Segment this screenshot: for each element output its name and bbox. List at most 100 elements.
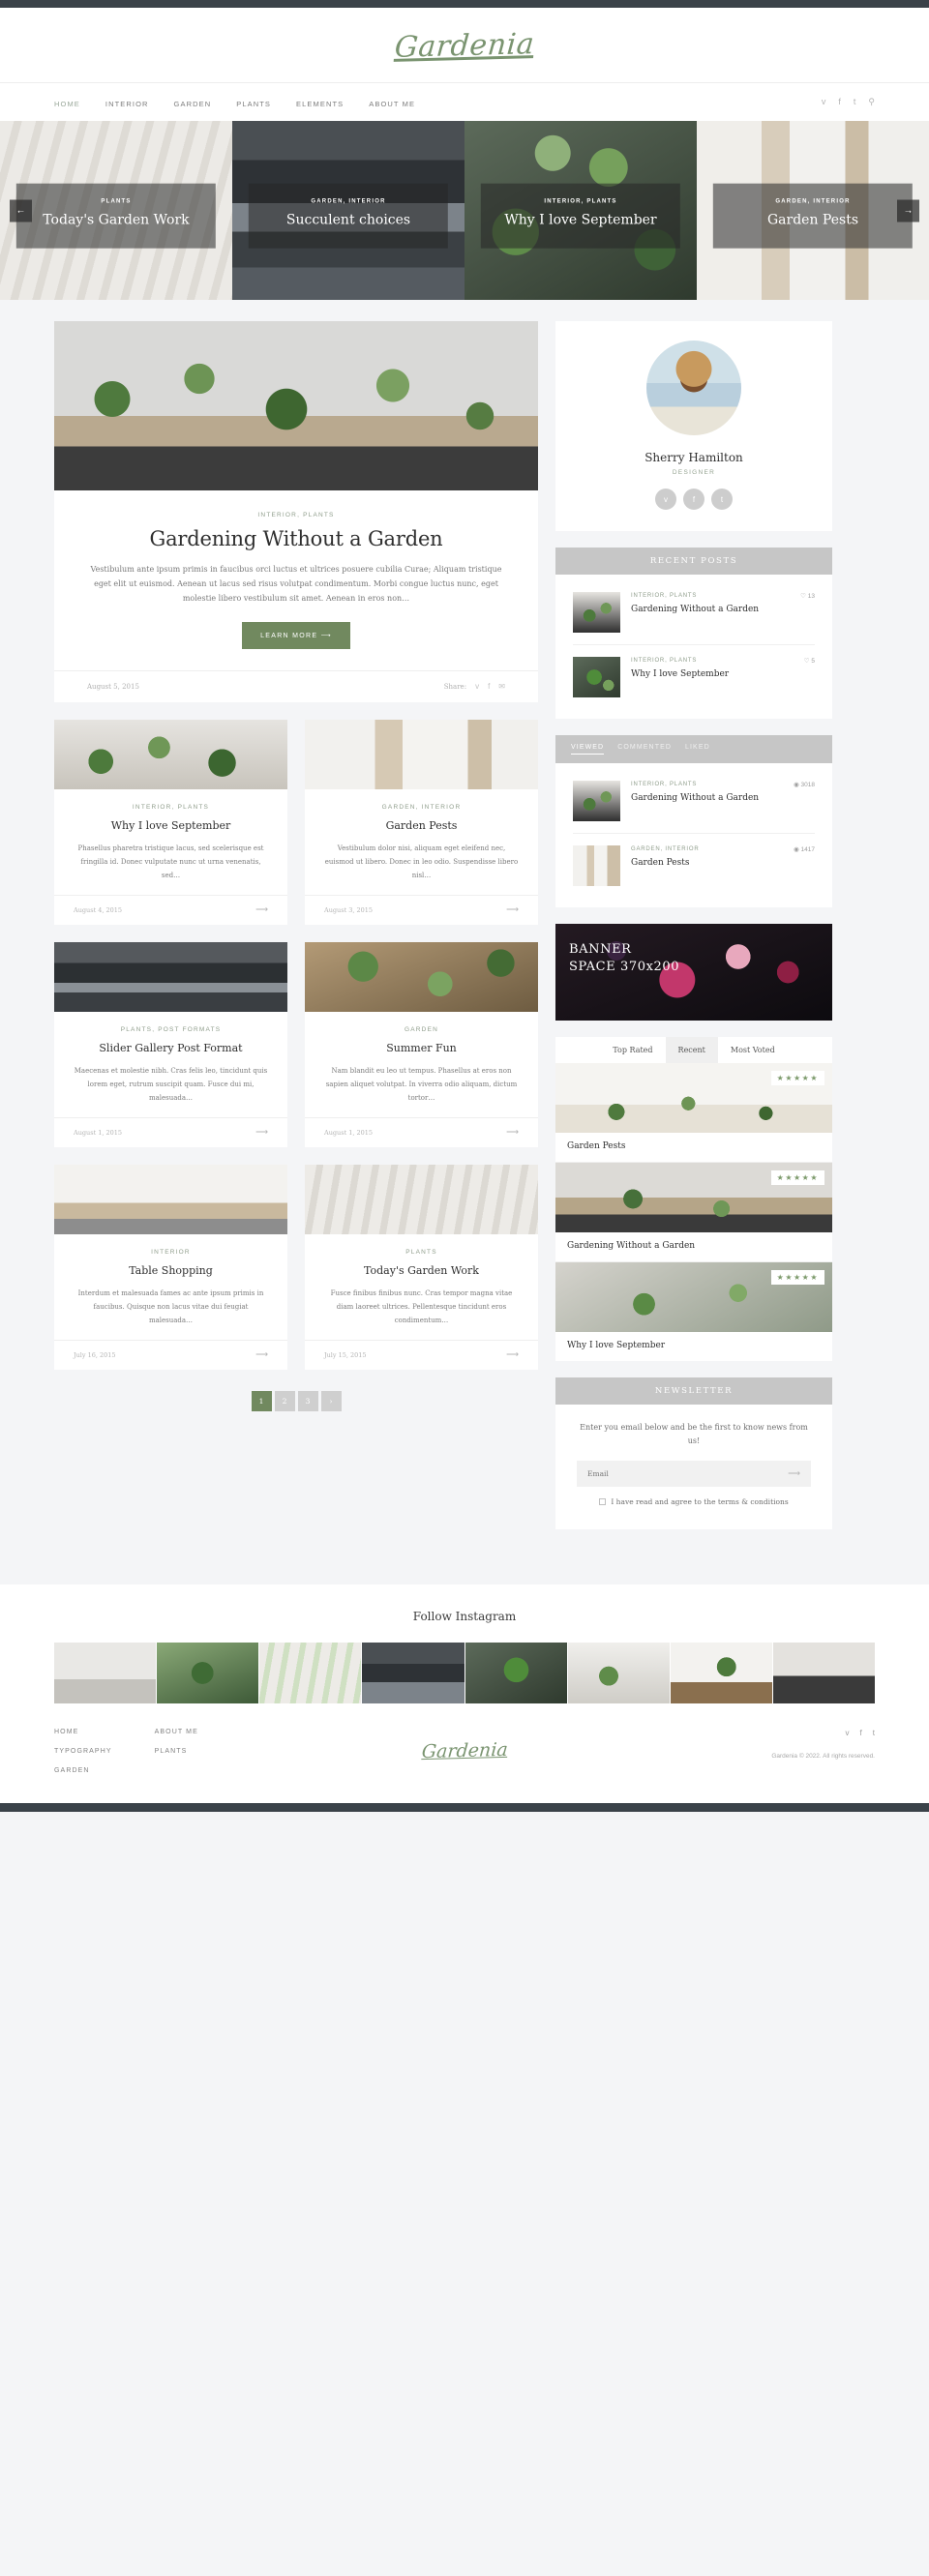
recent-post-category-2[interactable]: INTERIOR, PLANTS <box>631 658 697 664</box>
review-title-2[interactable]: Gardening Without a Garden <box>555 1232 832 1251</box>
slide-title-1[interactable]: Today's Garden Work <box>22 211 210 228</box>
pagination-next-button[interactable]: › <box>320 1391 342 1412</box>
instagram-image-6[interactable] <box>567 1643 670 1703</box>
facebook-icon[interactable]: f <box>838 98 841 106</box>
post-category-1[interactable]: INTERIOR, PLANTS <box>74 804 268 811</box>
footer-link-typography[interactable]: TYPOGRAPHY <box>54 1748 112 1755</box>
tabbed-post-title-2[interactable]: Garden Pests <box>631 857 815 869</box>
featured-post-image[interactable] <box>54 321 538 490</box>
instagram-image-8[interactable] <box>772 1643 875 1703</box>
nav-item-elements[interactable]: ELEMENTS <box>296 94 344 111</box>
tab-commented[interactable]: COMMENTED <box>617 744 672 755</box>
featured-post-title[interactable]: Gardening Without a Garden <box>87 527 505 550</box>
twitter-icon[interactable]: ᴠ <box>655 489 676 510</box>
recent-post-title-2[interactable]: Why I love September <box>631 668 815 680</box>
slider-next-button[interactable]: → <box>897 199 919 222</box>
review-title-1[interactable]: Garden Pests <box>555 1133 832 1151</box>
instagram-image-2[interactable] <box>157 1643 259 1703</box>
email-field[interactable] <box>587 1469 789 1478</box>
tumblr-icon[interactable]: t <box>854 98 856 106</box>
post-category-6[interactable]: PLANTS <box>324 1249 519 1256</box>
post-readmore-arrow-3[interactable]: ⟶ <box>255 1127 268 1138</box>
tab-top-rated[interactable]: Top Rated <box>600 1037 665 1063</box>
post-readmore-arrow-1[interactable]: ⟶ <box>255 904 268 915</box>
tabbed-post-title-1[interactable]: Gardening Without a Garden <box>631 792 815 804</box>
footer-link-plants[interactable]: PLANTS <box>155 1748 198 1755</box>
tab-recent[interactable]: Recent <box>665 1037 718 1063</box>
list-item[interactable]: INTERIOR, PLANTS ♡ 13 Gardening Without … <box>573 580 815 645</box>
recent-post-category-1[interactable]: INTERIOR, PLANTS <box>631 593 697 599</box>
list-item[interactable]: GARDEN, INTERIOR ◉ 1417 Garden Pests <box>573 834 815 898</box>
post-readmore-arrow-2[interactable]: ⟶ <box>506 904 519 915</box>
list-item[interactable]: INTERIOR, PLANTS ◉ 3018 Gardening Withou… <box>573 769 815 834</box>
pagination-page-1[interactable]: 1 <box>251 1391 272 1412</box>
site-logo[interactable]: Gardenia <box>393 27 535 65</box>
post-image-4[interactable] <box>305 942 538 1013</box>
post-category-2[interactable]: GARDEN, INTERIOR <box>324 804 519 811</box>
footer-link-home[interactable]: HOME <box>54 1729 112 1735</box>
nav-item-plants[interactable]: PLANTS <box>236 94 271 111</box>
slider-prev-button[interactable]: ← <box>10 199 32 222</box>
featured-post-category[interactable]: INTERIOR, PLANTS <box>87 512 505 518</box>
tumblr-icon[interactable]: t <box>873 1729 875 1737</box>
slide-3[interactable]: INTERIOR, PLANTS Why I love September <box>464 121 697 300</box>
post-title-4[interactable]: Summer Fun <box>324 1042 519 1054</box>
post-title-3[interactable]: Slider Gallery Post Format <box>74 1042 268 1054</box>
footer-link-garden[interactable]: GARDEN <box>54 1767 112 1774</box>
post-image-3[interactable] <box>54 942 287 1013</box>
tumblr-icon[interactable]: t <box>711 489 733 510</box>
post-category-5[interactable]: INTERIOR <box>74 1249 268 1256</box>
banner-ad[interactable]: BANNER SPACE 370x200 <box>555 924 832 1021</box>
review-image-3[interactable]: ★★★★★ <box>555 1262 832 1332</box>
instagram-image-5[interactable] <box>464 1643 567 1703</box>
instagram-image-1[interactable] <box>54 1643 157 1703</box>
slide-2[interactable]: GARDEN, INTERIOR Succulent choices <box>232 121 464 300</box>
review-image-2[interactable]: ★★★★★ <box>555 1163 832 1232</box>
slide-4[interactable]: GARDEN, INTERIOR Garden Pests <box>697 121 929 300</box>
review-title-3[interactable]: Why I love September <box>555 1332 832 1350</box>
post-image-6[interactable] <box>305 1165 538 1235</box>
newsletter-submit-button[interactable]: ⟶ <box>788 1468 800 1479</box>
slide-title-2[interactable]: Succulent choices <box>255 211 442 228</box>
instagram-image-4[interactable] <box>362 1643 464 1703</box>
hero-slider[interactable]: ← PLANTS Today's Garden Work GARDEN, INT… <box>0 121 929 300</box>
instagram-image-7[interactable] <box>670 1643 772 1703</box>
post-readmore-arrow-4[interactable]: ⟶ <box>506 1127 519 1138</box>
pagination-page-2[interactable]: 2 <box>274 1391 295 1412</box>
twitter-icon[interactable]: ᴠ <box>846 1729 850 1737</box>
nav-item-home[interactable]: HOME <box>54 94 80 111</box>
recent-post-title-1[interactable]: Gardening Without a Garden <box>631 604 815 615</box>
footer-link-about-me[interactable]: ABOUT ME <box>155 1729 198 1735</box>
slide-title-3[interactable]: Why I love September <box>487 211 674 228</box>
twitter-icon[interactable]: ᴠ <box>822 98 826 106</box>
tabbed-post-category-2[interactable]: GARDEN, INTERIOR <box>631 846 699 852</box>
twitter-icon[interactable]: ᴠ <box>475 682 479 691</box>
post-readmore-arrow-5[interactable]: ⟶ <box>255 1349 268 1360</box>
post-title-5[interactable]: Table Shopping <box>74 1264 268 1277</box>
post-readmore-arrow-6[interactable]: ⟶ <box>506 1349 519 1360</box>
nav-item-garden[interactable]: GARDEN <box>174 94 212 111</box>
instagram-image-3[interactable] <box>259 1643 362 1703</box>
learn-more-button[interactable]: LEARN MORE ⟶ <box>242 622 350 650</box>
post-image-2[interactable] <box>305 720 538 790</box>
facebook-icon[interactable]: f <box>860 1729 862 1737</box>
post-category-3[interactable]: PLANTS, POST FORMATS <box>74 1026 268 1033</box>
tabbed-post-category-1[interactable]: INTERIOR, PLANTS <box>631 782 697 787</box>
post-image-5[interactable] <box>54 1165 287 1235</box>
email-icon[interactable]: ✉ <box>498 682 505 691</box>
slide-title-4[interactable]: Garden Pests <box>719 211 907 228</box>
slide-1[interactable]: PLANTS Today's Garden Work <box>0 121 232 300</box>
nav-item-interior[interactable]: INTERIOR <box>105 94 149 111</box>
tab-viewed[interactable]: VIEWED <box>571 744 605 755</box>
facebook-icon[interactable]: f <box>683 489 704 510</box>
post-category-4[interactable]: GARDEN <box>324 1026 519 1033</box>
post-title-2[interactable]: Garden Pests <box>324 819 519 832</box>
review-image-1[interactable]: ★★★★★ <box>555 1063 832 1133</box>
search-icon[interactable]: ⚲ <box>868 98 875 106</box>
footer-logo[interactable]: Gardenia <box>421 1739 509 1762</box>
pagination-page-3[interactable]: 3 <box>297 1391 318 1412</box>
tab-liked[interactable]: LIKED <box>685 744 710 755</box>
post-title-1[interactable]: Why I love September <box>74 819 268 832</box>
tab-most-voted[interactable]: Most Voted <box>718 1037 788 1063</box>
post-image-1[interactable] <box>54 720 287 790</box>
